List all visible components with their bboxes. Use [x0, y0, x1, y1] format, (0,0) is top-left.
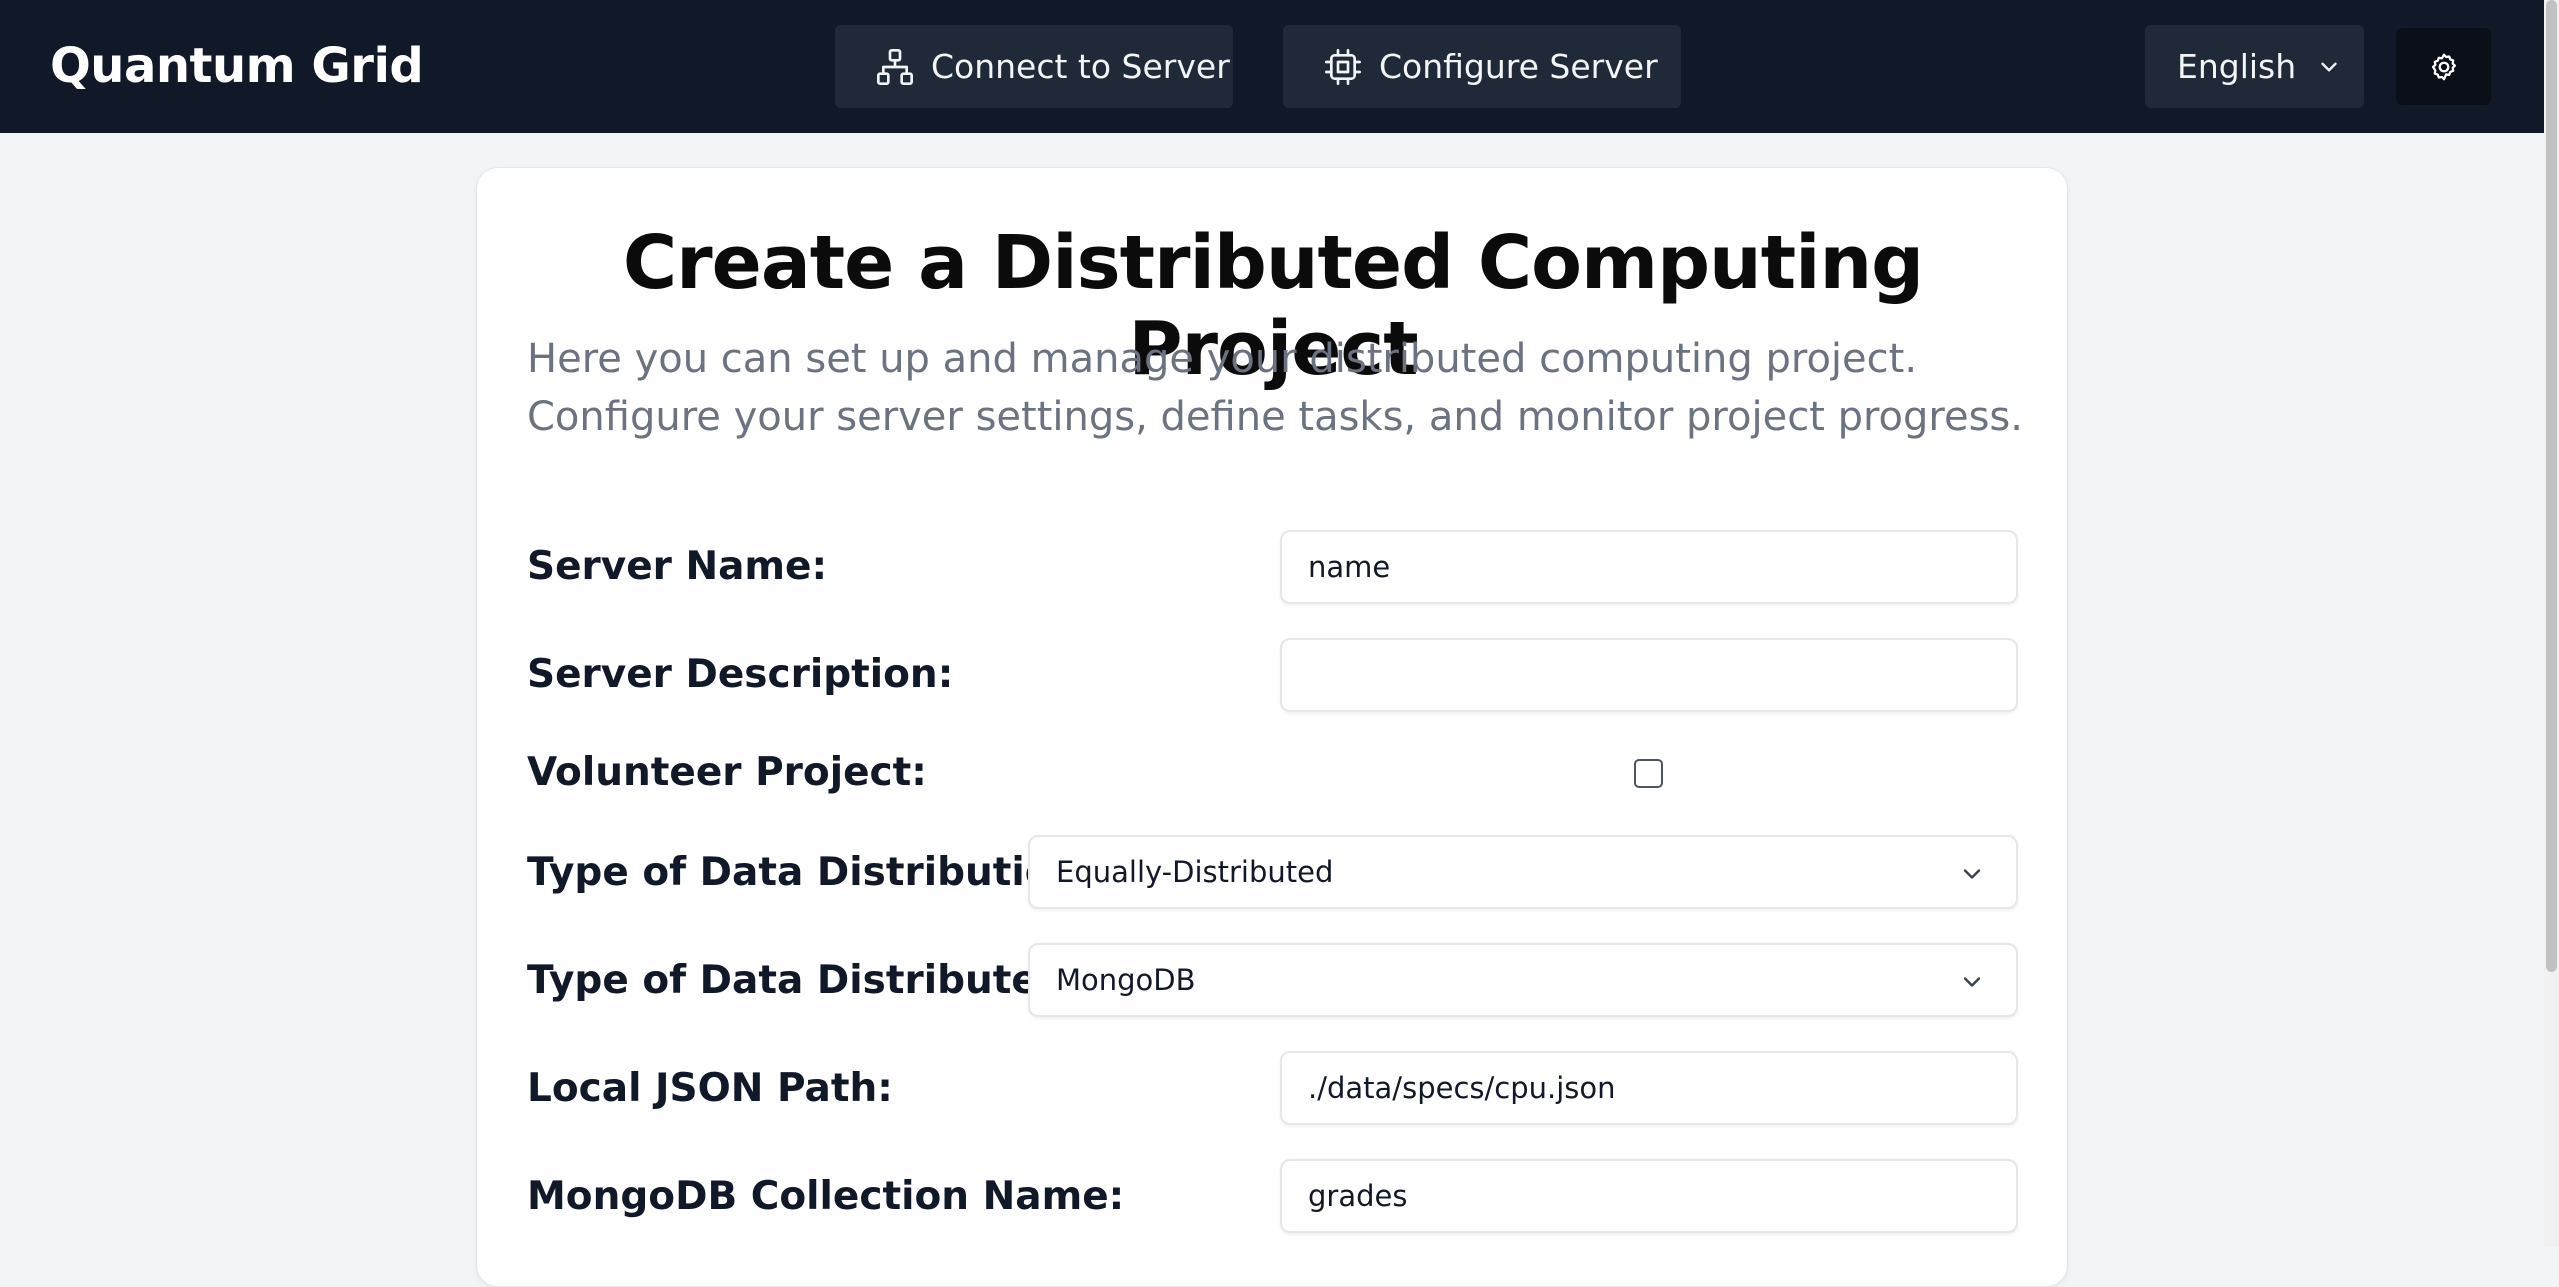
- server-name-input[interactable]: [1280, 530, 2018, 604]
- chevron-down-icon: [2316, 54, 2342, 80]
- chevron-down-icon: [1958, 860, 1986, 888]
- app-brand[interactable]: Quantum Grid: [50, 0, 424, 133]
- top-navbar: Quantum Grid Connect to Server Configure…: [0, 0, 2544, 133]
- configure-server-button[interactable]: Configure Server: [1283, 25, 1681, 108]
- gear-icon: [2428, 51, 2460, 83]
- settings-button[interactable]: [2396, 28, 2491, 105]
- connect-to-server-button[interactable]: Connect to Server: [835, 25, 1233, 108]
- data-distribution-type-label: Type of Data Distribution:: [527, 850, 1095, 895]
- volunteer-project-label: Volunteer Project:: [527, 750, 927, 795]
- connect-to-server-label: Connect to Server: [931, 47, 1230, 86]
- server-name-label: Server Name:: [527, 544, 828, 589]
- data-distribution-type-value: Equally-Distributed: [1056, 855, 1334, 889]
- language-dropdown[interactable]: English: [2145, 25, 2364, 108]
- page-scrollbar[interactable]: [2544, 0, 2559, 1247]
- data-distributed-type-value: MongoDB: [1056, 963, 1196, 997]
- data-distributed-type-select[interactable]: MongoDB: [1028, 943, 2018, 1017]
- network-icon: [875, 47, 915, 87]
- local-json-path-input[interactable]: [1280, 1051, 2018, 1125]
- scrollbar-thumb[interactable]: [2546, 0, 2557, 972]
- page-description: Here you can set up and manage your dist…: [527, 336, 2023, 440]
- mongodb-collection-label: MongoDB Collection Name:: [527, 1174, 1125, 1219]
- language-label: English: [2177, 47, 2297, 86]
- volunteer-project-checkbox[interactable]: [1634, 759, 1663, 788]
- cpu-icon: [1323, 47, 1363, 87]
- mongodb-collection-input[interactable]: [1280, 1159, 2018, 1233]
- server-description-label: Server Description:: [527, 652, 954, 697]
- configure-server-label: Configure Server: [1379, 47, 1658, 86]
- local-json-path-label: Local JSON Path:: [527, 1066, 893, 1111]
- chevron-down-icon: [1958, 968, 1986, 996]
- data-distribution-type-select[interactable]: Equally-Distributed: [1028, 835, 2018, 909]
- data-distributed-type-label: Type of Data Distributed:: [527, 958, 1082, 1003]
- server-description-input[interactable]: [1280, 638, 2018, 712]
- project-form-card: Create a Distributed Computing Project H…: [476, 167, 2068, 1287]
